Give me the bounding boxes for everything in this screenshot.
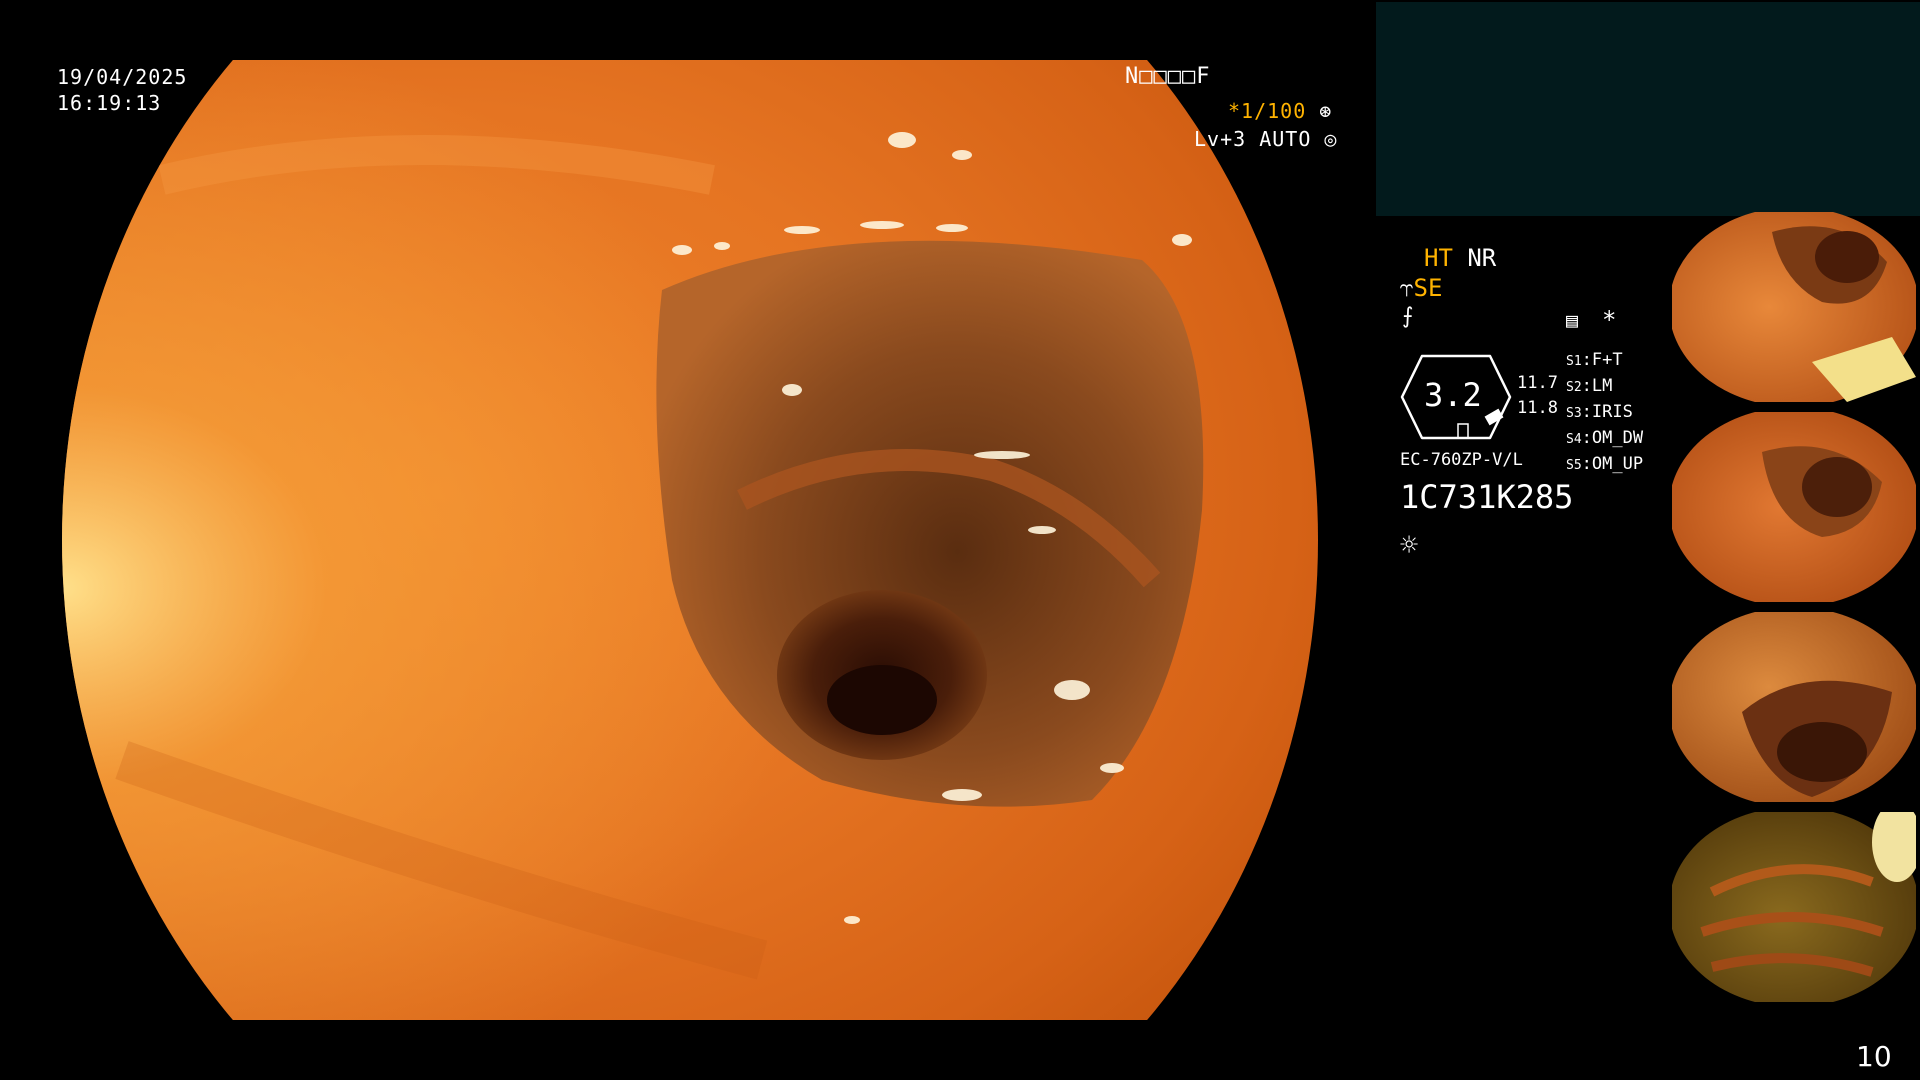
target-icon: ◎ (1324, 127, 1338, 151)
switch-list: S1:F+T S2:LM S3:IRIS S4:OM_DW S5:OM_UP (1566, 348, 1643, 478)
nr-label: NR (1467, 244, 1497, 272)
shutter-text: *1/100 (1228, 99, 1307, 123)
switch-item: S5:OM_UP (1566, 454, 1644, 474)
zoom-value: 3.2 (1424, 376, 1482, 414)
thumbnail-3[interactable] (1672, 612, 1916, 802)
memo-icon: ▤ (1566, 308, 1579, 332)
enhancement-modes: HT NR (1424, 244, 1496, 272)
se-row: ⥾SE (1400, 274, 1442, 302)
info-box (1376, 2, 1920, 216)
ht-label: HT (1424, 244, 1453, 272)
id-label: N□□□□F (1125, 64, 1211, 89)
color-icon: ⨍ (1402, 304, 1414, 329)
readout-values: 11.7 11.8 (1517, 371, 1558, 421)
level-text: Lv+3 AUTO (1194, 127, 1312, 151)
scope-serial: 1C731K285 (1400, 478, 1574, 516)
value-top: 11.7 (1517, 373, 1558, 393)
thumbnail-1[interactable] (1672, 212, 1916, 402)
date-time: 19/04/2025 16:19:13 (57, 64, 187, 116)
switch-item: S3:IRIS (1566, 402, 1633, 422)
value-bottom: 11.8 (1517, 398, 1558, 418)
time-text: 16:19:13 (57, 91, 162, 115)
light-icon: ☼ (1400, 528, 1419, 563)
scope-model: EC-760ZP-V/L (1400, 450, 1523, 470)
thumbnail-2[interactable] (1672, 412, 1916, 602)
shutter-readout: *1/100 ⊛ (1228, 98, 1332, 124)
level-readout: Lv+3 AUTO ◎ (1194, 126, 1337, 152)
zoom-gauge: 3.2 (1398, 350, 1514, 444)
date-text: 19/04/2025 (57, 65, 188, 89)
thumbnail-4[interactable] (1672, 812, 1916, 1002)
asterisk-mark: * (1602, 306, 1617, 334)
aperture-icon: ⊛ (1319, 99, 1333, 123)
structure-icon: ⥾ (1400, 274, 1414, 302)
switch-item: S4:OM_DW (1566, 428, 1644, 448)
switch-item: S2:LM (1566, 376, 1613, 396)
page-number: 10 (1856, 1040, 1892, 1073)
endoscope-image (62, 60, 1318, 1020)
switch-item: S1:F+T (1566, 350, 1623, 370)
se-label: SE (1413, 274, 1443, 302)
